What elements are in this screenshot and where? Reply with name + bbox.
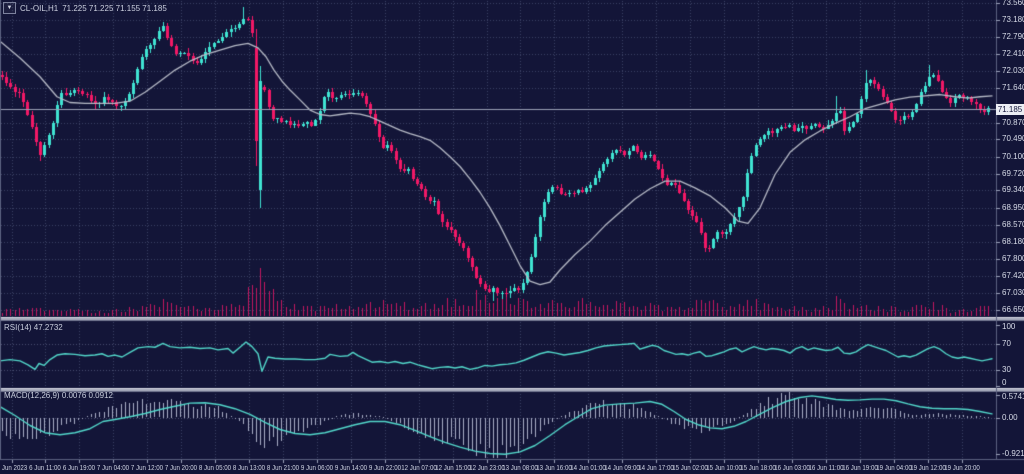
price-tick-label: 70.870	[1002, 117, 1024, 127]
time-tick-label: 16 Jun 03:00	[774, 463, 810, 472]
macd-level-label: 0.5741	[1002, 392, 1024, 401]
price-tick-label: 68.570	[1002, 219, 1024, 229]
price-tick-label: 68.180	[1002, 237, 1024, 247]
time-tick-label: 19 Jun 12:00	[909, 463, 946, 472]
price-tick-label: 72.410	[1002, 49, 1024, 59]
time-tick-label: 9 Jun 14:00	[334, 463, 367, 472]
time-tick-label: 14 Jun 01:00	[570, 463, 607, 472]
time-tick-label: 12 Jun 07:00	[400, 463, 437, 472]
price-tick-label: 73.560	[1002, 0, 1024, 7]
price-tick-label: 67.030	[1002, 288, 1024, 298]
time-tick-label: 6 Jun 19:00	[63, 463, 96, 472]
price-tick-label: 72.790	[1002, 32, 1024, 42]
price-tick-label: 69.720	[1002, 168, 1024, 178]
time-tick-label: 15 Jun 10:00	[706, 463, 742, 472]
time-tick-label: 9 Jun 22:00	[368, 463, 401, 472]
price-axis[interactable]: 73.560 73.180 72.790 72.410 72.030 71.640 70.8…	[996, 0, 1024, 459]
chart-title-symbol: CL-OIL,H1	[20, 3, 59, 13]
symbol-toolbar: ▼ CL-OIL,H1 71.225 71.225 71.155 71.185	[3, 2, 167, 14]
time-tick-label: 16 Jun 19:00	[841, 463, 878, 472]
price-tick-label: 70.100	[1002, 151, 1024, 161]
time-tick-label: 19 Jun 04:00	[875, 463, 912, 472]
time-tick-label: 8 Jun 05:00	[199, 463, 232, 472]
time-tick-label: 14 Jun 17:00	[638, 463, 674, 472]
price-tick-label: 68.950	[1002, 202, 1024, 212]
rsi-level-label: 100	[1002, 322, 1016, 331]
time-tick-label: 6 Jun 11:00	[29, 463, 62, 472]
price-tick-label: 69.340	[1002, 185, 1024, 195]
rsi-level-label: 30	[1002, 365, 1011, 374]
time-tick-label: 19 Jun 20:00	[943, 463, 980, 472]
time-tick-label: 6 Jun 2023	[0, 463, 27, 472]
chart-dropdown-button[interactable]: ▼	[3, 2, 16, 14]
time-tick-label: 15 Jun 02:00	[672, 463, 708, 472]
rsi-level-label: 70	[1002, 339, 1011, 348]
time-axis[interactable]: 6 Jun 20236 Jun 11:006 Jun 19:007 Jun 04…	[0, 459, 1024, 474]
time-tick-label: 16 Jun 11:00	[808, 463, 844, 472]
time-tick-label: 7 Jun 04:00	[97, 463, 130, 472]
dropdown-triangle-icon: ▼	[6, 5, 13, 11]
time-tick-label: 8 Jun 13:00	[232, 463, 266, 472]
time-tick-label: 9 Jun 06:00	[300, 463, 333, 472]
time-tick-label: 12 Jun 23:00	[468, 463, 505, 472]
time-tick-label: 7 Jun 12:00	[131, 463, 164, 472]
macd-level-label: -0.9218	[1002, 449, 1024, 459]
trading-chart-window: ▼ CL-OIL,H1 71.225 71.225 71.155 71.185 …	[0, 0, 1024, 474]
chart-title-ohlc: 71.225 71.225 71.155 71.185	[62, 3, 167, 13]
time-tick-label: 13 Jun 08:00	[502, 463, 539, 472]
price-tick-label: 67.800	[1002, 253, 1024, 263]
macd-level-label: 0.00	[1002, 412, 1018, 422]
price-tick-label: 71.640	[1002, 83, 1024, 93]
time-tick-label: 7 Jun 20:00	[165, 463, 198, 472]
price-tick-label: 70.490	[1002, 134, 1024, 144]
time-tick-label: 12 Jun 15:00	[434, 463, 471, 472]
price-tick-label: 66.650	[1002, 305, 1024, 314]
chart-canvas[interactable]	[0, 0, 1024, 474]
price-tick-label: 67.420	[1002, 270, 1024, 280]
time-tick-label: 15 Jun 18:00	[740, 463, 776, 472]
time-tick-label: 13 Jun 16:00	[536, 463, 573, 472]
rsi-level-label: 0	[1002, 378, 1007, 387]
time-tick-label: 14 Jun 09:00	[604, 463, 641, 472]
time-tick-label: 8 Jun 21:00	[266, 463, 300, 472]
price-tick-label: 72.030	[1002, 65, 1024, 75]
price-tick-label: 73.180	[1002, 14, 1024, 24]
